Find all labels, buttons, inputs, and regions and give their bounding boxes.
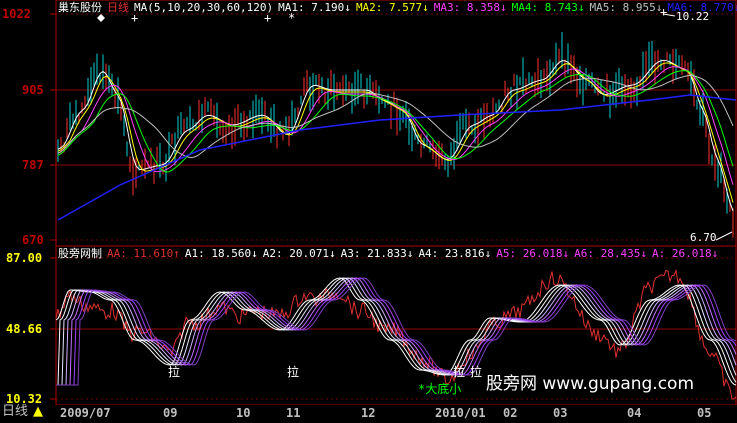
date-label: 03 — [553, 406, 568, 420]
ma4-line — [57, 70, 734, 173]
date-label: 11 — [286, 406, 301, 420]
indicator-value-5: A5: 26.018↓ — [496, 247, 570, 260]
y-label-670: 670 — [22, 233, 44, 247]
candlestick-series — [57, 32, 734, 238]
diamond-marker — [97, 14, 105, 22]
date-label: 2009/07 — [60, 406, 111, 420]
annotation-bottom-small: *大底小 — [418, 382, 462, 396]
indicator-name[interactable]: 股旁网制 — [58, 247, 102, 260]
ma-value-3: MA4: 8.743↓ — [511, 1, 585, 14]
annotation-la-3: 拉 — [453, 365, 466, 379]
period-selector-label: 日线 — [2, 404, 29, 419]
indicator-value-3: A3: 21.833↓ — [340, 247, 414, 260]
y-label-905: 905 — [22, 83, 44, 97]
y-label-1022: 1022 — [2, 7, 31, 21]
indicator-value-2: A2: 20.071↓ — [262, 247, 336, 260]
watermark: 股旁网 www.gupang.com — [486, 374, 695, 394]
stock-name[interactable]: 巢东股份 — [58, 1, 102, 14]
annotation-la-1: 拉 — [168, 365, 181, 379]
y-label-787: 787 — [22, 158, 44, 172]
indicator-value-7: A: 26.018↓ — [652, 247, 719, 260]
annotation-la-2: 拉 — [287, 365, 300, 379]
y-label-87: 87.00 — [6, 251, 43, 265]
date-label: 2010/01 — [435, 406, 486, 420]
osc-line-6 — [56, 277, 737, 386]
indicator-values: AA: 11.610↑ A1: 18.560↓ A2: 20.071↓ A3: 21.… — [107, 247, 723, 260]
indicator-value-0: AA: 11.610↑ — [107, 247, 180, 260]
ma2-line — [57, 62, 734, 203]
y-label-48: 48.66 — [6, 322, 43, 336]
date-label: 10 — [236, 406, 251, 420]
high-note: 10.22 — [676, 10, 710, 23]
date-label: 05 — [697, 406, 712, 420]
ma-spec: MA(5,10,20,30,60,120) — [134, 1, 274, 14]
sub-legend: 股旁网制 AA: 11.610↑ A1: 18.560↓ A2: 20.071↓ A3:… — [58, 248, 728, 260]
y-axis-ticks — [50, 13, 56, 400]
low-pointer — [715, 231, 733, 241]
ma-value-1: MA2: 7.577↓ — [355, 1, 429, 14]
ma-values: MA1: 7.190↓ MA2: 7.577↓ MA3: 8.358↓ MA4: 8.… — [278, 1, 737, 14]
indicator-value-1: A1: 18.560↓ — [184, 247, 258, 260]
ma-value-2: MA3: 8.358↓ — [433, 1, 507, 14]
ma-value-4: MA5: 8.955↓ — [589, 1, 663, 14]
date-label: 12 — [361, 406, 376, 420]
annotation-la-4: 拉 — [470, 365, 483, 379]
date-label: 09 — [163, 406, 178, 420]
moving-average-lines — [57, 59, 737, 221]
main-legend: 巢东股份 日线 MA(5,10,20,30,60,120) MA1: 7.190↓ MA… — [58, 2, 737, 14]
ma1-line — [57, 59, 734, 212]
date-label: 02 — [503, 406, 518, 420]
ma-value-0: MA1: 7.190↓ — [278, 1, 351, 14]
indicator-value-4: A4: 23.816↓ — [418, 247, 492, 260]
period-toggle-icon[interactable]: ▲ — [33, 404, 43, 419]
stock-chart-window: + + * + 1022 905 787 670 87.00 48.66 10.… — [0, 0, 737, 423]
low-note: 6.70 — [690, 231, 717, 244]
chart-canvas[interactable]: + + * + — [0, 0, 737, 423]
period-selector[interactable]: 日线 ▲ — [2, 404, 48, 419]
indicator-value-6: A6: 28.435↓ — [574, 247, 648, 260]
date-label: 04 — [627, 406, 642, 420]
period-label[interactable]: 日线 — [107, 1, 129, 14]
ma5-line — [57, 74, 734, 159]
